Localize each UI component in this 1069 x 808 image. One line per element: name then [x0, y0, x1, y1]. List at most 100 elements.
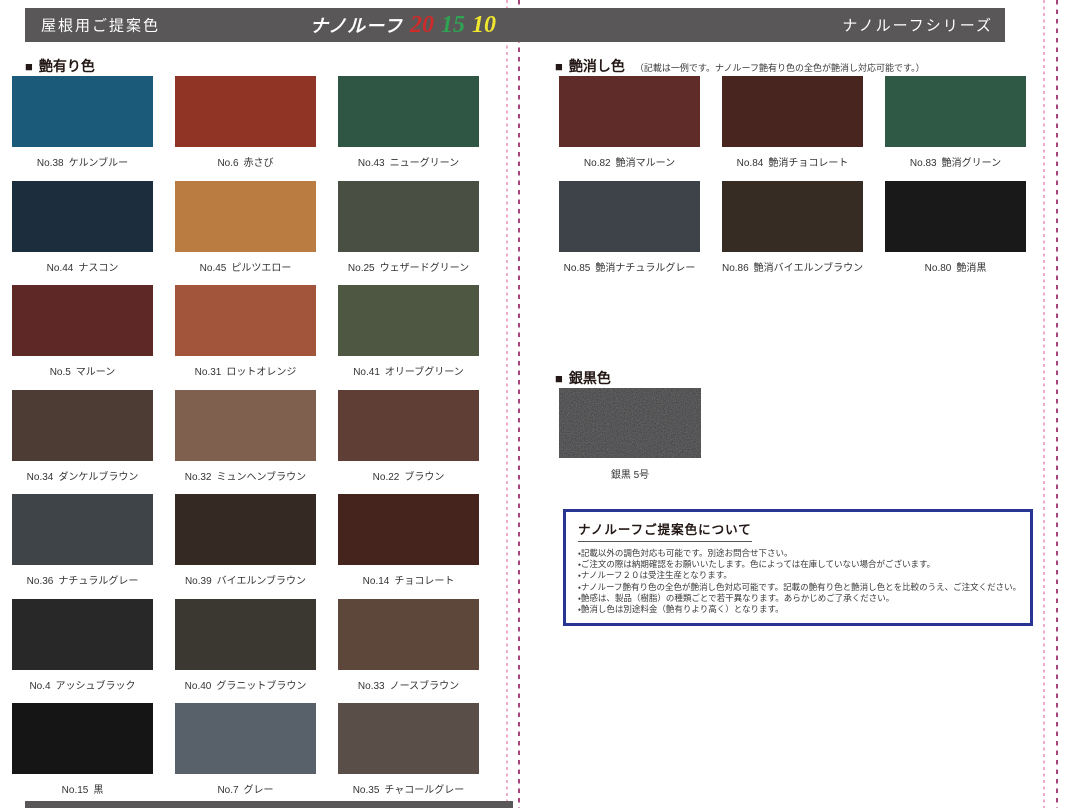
swatch-label: No.85 艶消ナチュラルグレー	[559, 259, 700, 274]
info-box-title: ナノルーフご提案色について	[578, 519, 752, 542]
matte-section-note: （記載は一例です。ナノルーフ艶有り色の全色が艶消し対応可能です。）	[635, 61, 925, 74]
color-swatch	[338, 494, 479, 565]
color-swatch	[338, 76, 479, 147]
color-swatch	[338, 285, 479, 356]
crop-mark-line-center-magenta	[518, 0, 520, 808]
color-swatch	[722, 76, 863, 147]
info-note-line: ・艶感は、製品（樹脂）の種類ごとで若干異なります。あらかじめご了承ください。	[578, 593, 1018, 604]
swatch-label: No.7 グレー	[175, 781, 316, 796]
color-swatch	[12, 703, 153, 774]
swatch-cell: No.36 ナチュラルグレー	[12, 494, 153, 599]
series-label: ナノルーフシリーズ	[842, 15, 993, 36]
color-swatch	[559, 181, 700, 252]
swatch-cell: No.6 赤さび	[175, 76, 316, 181]
color-swatch	[175, 599, 316, 670]
swatch-label: No.38 ケルンブルー	[12, 154, 153, 169]
swatch-label: No.14 チョコレート	[338, 572, 479, 587]
next-sheet-header-sliver	[25, 801, 513, 808]
swatch-cell: No.32 ミュンヘンブラウン	[175, 390, 316, 495]
swatch-label: No.84 艶消チョコレート	[722, 154, 863, 169]
color-swatch	[12, 599, 153, 670]
square-marker-icon: ■	[555, 372, 563, 385]
page-title: 屋根用ご提案色	[41, 15, 160, 36]
swatch-cell: No.83 艶消グリーン	[885, 76, 1026, 181]
brand-grade-10: 10	[472, 13, 496, 37]
swatch-label: No.41 オリーブグリーン	[338, 363, 479, 378]
info-box-notes: ・記載以外の調色対応も可能です。別途お問合せ下さい。・ご注文の際は納期確認をお願…	[578, 548, 1018, 615]
silver-section-header: ■ 銀黒色	[555, 368, 611, 388]
color-swatch	[12, 390, 153, 461]
swatch-label: No.45 ピルツエロー	[175, 259, 316, 274]
swatch-label: No.25 ウェザードグリーン	[338, 259, 479, 274]
info-note-line: ・ナノルーフ２０は受注生産となります。	[578, 570, 1018, 581]
swatch-cell: No.38 ケルンブルー	[12, 76, 153, 181]
swatch-cell: No.85 艶消ナチュラルグレー	[559, 181, 700, 286]
silver-black-swatch	[559, 388, 701, 458]
swatch-cell: No.43 ニューグリーン	[338, 76, 479, 181]
color-swatch	[338, 181, 479, 252]
glossy-section-header: ■ 艶有り色	[25, 56, 95, 76]
swatch-cell: No.82 艶消マルーン	[559, 76, 700, 181]
color-swatch	[559, 76, 700, 147]
swatch-cell: No.80 艶消黒	[885, 181, 1026, 286]
header-bar: 屋根用ご提案色 ナノルーフ 20 15 10 ナノルーフシリーズ	[25, 8, 1005, 42]
silver-section-title: 銀黒色	[569, 368, 611, 388]
glossy-swatch-grid: No.38 ケルンブルー No.6 赤さびNo.43 ニューグリーン No.44 ナ…	[12, 76, 479, 808]
swatch-label: No.31 ロットオレンジ	[175, 363, 316, 378]
swatch-cell: No.22 ブラウン	[338, 390, 479, 495]
swatch-cell: No.5 マルーン	[12, 285, 153, 390]
brand-name: ナノルーフ	[310, 12, 403, 38]
crop-mark-line-right-pink	[1043, 0, 1045, 808]
swatch-cell: No.44 ナスコン	[12, 181, 153, 286]
swatch-cell: No.40 グラニットブラウン	[175, 599, 316, 704]
silver-swatch-label: 銀黒 5号	[559, 466, 701, 481]
swatch-label: No.36 ナチュラルグレー	[12, 572, 153, 587]
swatch-cell: No.15 黒	[12, 703, 153, 808]
swatch-label: No.40 グラニットブラウン	[175, 677, 316, 692]
swatch-label: No.44 ナスコン	[12, 259, 153, 274]
color-swatch	[885, 76, 1026, 147]
color-swatch	[175, 494, 316, 565]
swatch-cell: No.41 オリーブグリーン	[338, 285, 479, 390]
swatch-cell: No.84 艶消チョコレート	[722, 76, 863, 181]
info-note-line: ・艶消し色は別途料金（艶有りより高く）となります。	[578, 604, 1018, 615]
swatch-cell: No.35 チャコールグレー	[338, 703, 479, 808]
color-swatch	[175, 181, 316, 252]
square-marker-icon: ■	[25, 60, 33, 73]
color-swatch	[885, 181, 1026, 252]
color-swatch	[12, 285, 153, 356]
swatch-label: No.34 ダンケルブラウン	[12, 468, 153, 483]
swatch-cell: No.4 アッシュブラック	[12, 599, 153, 704]
swatch-label: No.83 艶消グリーン	[885, 154, 1026, 169]
swatch-label: No.5 マルーン	[12, 363, 153, 378]
info-box: ナノルーフご提案色について ・記載以外の調色対応も可能です。別途お問合せ下さい。…	[563, 509, 1033, 626]
color-swatch	[12, 181, 153, 252]
color-swatch	[338, 390, 479, 461]
swatch-cell: No.86 艶消バイエルンブラウン	[722, 181, 863, 286]
color-swatch	[722, 181, 863, 252]
swatch-cell: No.7 グレー	[175, 703, 316, 808]
swatch-cell: No.31 ロットオレンジ	[175, 285, 316, 390]
glossy-section-title: 艶有り色	[39, 56, 95, 76]
color-swatch	[12, 494, 153, 565]
color-swatch	[12, 76, 153, 147]
swatch-label: No.32 ミュンヘンブラウン	[175, 468, 316, 483]
swatch-label: No.80 艶消黒	[885, 259, 1026, 274]
matte-section-header: ■ 艶消し色 （記載は一例です。ナノルーフ艶有り色の全色が艶消し対応可能です。）	[555, 56, 925, 76]
info-note-line: ・記載以外の調色対応も可能です。別途お問合せ下さい。	[578, 548, 1018, 559]
swatch-cell: No.14 チョコレート	[338, 494, 479, 599]
swatch-label: No.86 艶消バイエルンブラウン	[722, 259, 863, 274]
color-swatch	[175, 76, 316, 147]
swatch-label: No.35 チャコールグレー	[338, 781, 479, 796]
swatch-label: No.39 バイエルンブラウン	[175, 572, 316, 587]
matte-swatch-grid: No.82 艶消マルーン No.84 艶消チョコレート No.83 艶消グリーン No…	[559, 76, 1026, 285]
crop-mark-line-center-pink	[506, 0, 508, 808]
color-swatch	[175, 703, 316, 774]
info-note-line: ・ご注文の際は納期確認をお願いいたします。色によっては在庫していない場合がござい…	[578, 559, 1018, 570]
swatch-label: No.15 黒	[12, 781, 153, 796]
crop-mark-line-right-magenta	[1056, 0, 1058, 808]
brand-grade-20: 20	[410, 13, 434, 37]
info-note-line: ・ナノルーフ艶有り色の全色が艶消し色対応可能です。記載の艶有り色と艶消し色とを比…	[578, 582, 1018, 593]
brand-grade-15: 15	[441, 13, 465, 37]
swatch-cell: No.33 ノースブラウン	[338, 599, 479, 704]
